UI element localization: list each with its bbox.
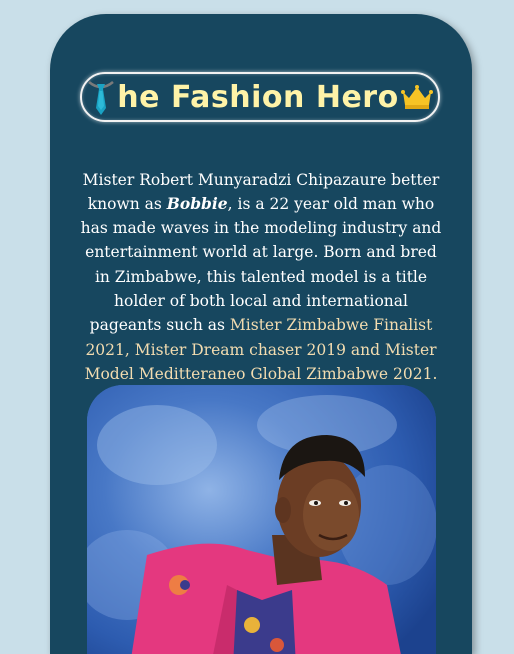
portrait-illustration: [87, 385, 436, 654]
intro-paragraph: Mister Robert Munyaradzi Chipazaure bett…: [80, 168, 442, 387]
title-banner: he Fashion Hero: [80, 72, 440, 122]
nickname: Bobbie: [166, 193, 228, 213]
hero-card: he Fashion Hero Mister Robert Munyaradzi…: [50, 14, 472, 654]
intro-text-2: , is a 22 year old man who has made wave…: [80, 194, 442, 335]
page-title: he Fashion Hero: [117, 79, 399, 115]
portrait-photo: [87, 385, 436, 654]
tie-icon: [88, 81, 115, 115]
crown-icon: [400, 85, 433, 109]
